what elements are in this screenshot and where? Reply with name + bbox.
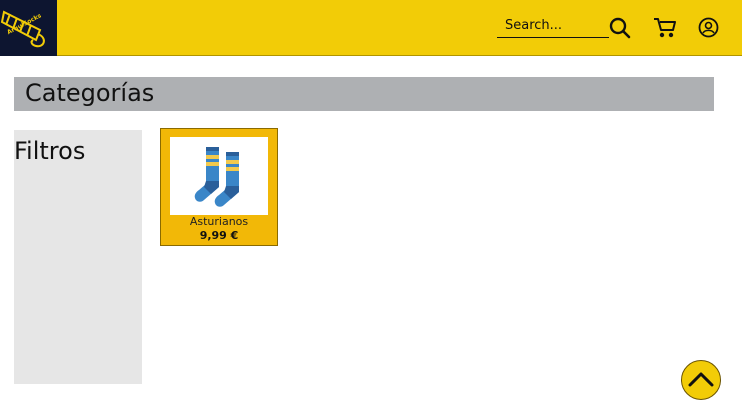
scroll-to-top-button[interactable] bbox=[681, 360, 721, 400]
site-header: ArquiSocks bbox=[0, 0, 742, 56]
cart-icon bbox=[654, 18, 676, 38]
cart-button[interactable] bbox=[653, 17, 677, 39]
filters-panel: Filtros bbox=[14, 130, 142, 384]
product-image bbox=[170, 137, 268, 215]
page-title: Categorías bbox=[14, 77, 714, 111]
logo-link[interactable]: ArquiSocks bbox=[0, 0, 57, 56]
search-icon bbox=[609, 17, 631, 39]
search-input[interactable] bbox=[497, 14, 609, 38]
socks-icon bbox=[194, 147, 239, 207]
user-icon bbox=[698, 17, 719, 38]
search-box bbox=[497, 14, 609, 38]
chevron-up-icon bbox=[688, 372, 714, 387]
product-price: 9,99 € bbox=[199, 229, 239, 242]
filters-title: Filtros bbox=[14, 137, 86, 165]
product-name: Asturianos bbox=[189, 215, 249, 228]
user-account-button[interactable] bbox=[698, 17, 719, 38]
product-card[interactable]: Asturianos 9,99 € bbox=[160, 128, 278, 246]
search-button[interactable] bbox=[609, 17, 631, 39]
